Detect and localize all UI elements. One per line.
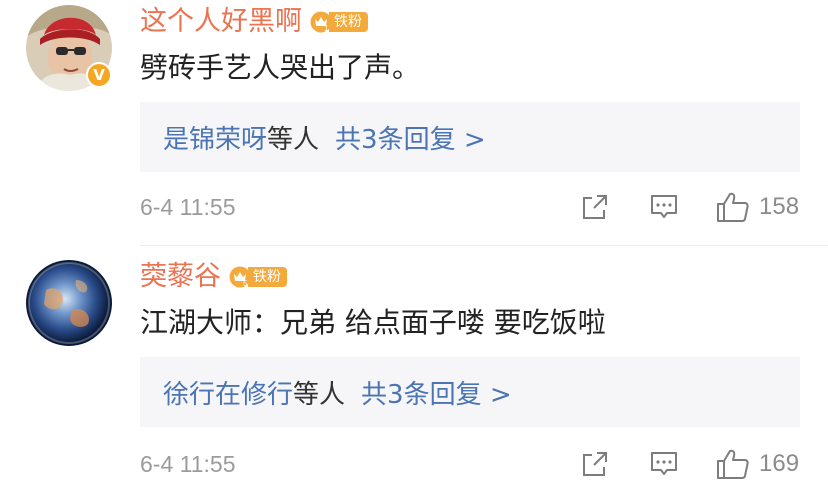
fan-badge[interactable]: 5 铁粉 [229, 265, 287, 289]
reply-etc-text: 等人 [293, 379, 346, 410]
like-icon[interactable] [716, 448, 750, 480]
reply-icon[interactable] [650, 193, 678, 221]
share-icon[interactable] [581, 193, 609, 221]
comment-meta: 6-4 11:55 158 [140, 187, 828, 227]
like-count: 169 [759, 450, 800, 477]
comment-text: 劈砖手艺人哭出了声。 [140, 51, 421, 84]
verified-badge-icon: V [86, 62, 112, 88]
reply-count-link[interactable]: 共3条回复 > [361, 374, 512, 411]
timestamp: 6-4 11:55 [140, 451, 236, 477]
reply-count-link[interactable]: 共3条回复 > [335, 119, 486, 156]
comment-text: 江湖大师：兄弟 给点面子喽 要吃饭啦 [140, 306, 606, 339]
username[interactable]: 葖藜谷 [140, 257, 221, 297]
name-row: 这个人好黑啊 1 铁粉 [140, 2, 368, 42]
username[interactable]: 这个人好黑啊 [140, 2, 302, 42]
share-icon[interactable] [581, 450, 609, 478]
reply-icon[interactable] [650, 450, 678, 478]
reply-user-link[interactable]: 是锦荣呀 [163, 119, 267, 156]
reply-summary[interactable]: 是锦荣呀 等人 共3条回复 > [140, 102, 800, 172]
reply-summary[interactable]: 徐行在修行 等人 共3条回复 > [140, 357, 800, 427]
name-row: 葖藜谷 5 铁粉 [140, 257, 287, 297]
divider [140, 245, 828, 246]
fan-badge[interactable]: 1 铁粉 [310, 10, 368, 34]
reply-etc-text: 等人 [267, 124, 320, 155]
comment-item: 葖藜谷 5 铁粉 江湖大师：兄弟 给点面子喽 要吃饭啦 徐行在修行 等人 共3条… [0, 247, 828, 491]
like-icon[interactable] [716, 191, 750, 223]
fan-label: 铁粉 [248, 267, 287, 287]
reply-user-link[interactable]: 徐行在修行 [163, 374, 293, 411]
avatar[interactable] [26, 260, 112, 346]
comment-item: V 这个人好黑啊 1 铁粉 劈砖手艺人哭出了声。 是锦荣呀 等人 共3条回复 >… [0, 0, 828, 247]
like-count: 158 [759, 193, 800, 220]
timestamp: 6-4 11:55 [140, 194, 236, 220]
comment-meta: 6-4 11:55 169 [140, 444, 828, 484]
fan-label: 铁粉 [329, 12, 368, 32]
